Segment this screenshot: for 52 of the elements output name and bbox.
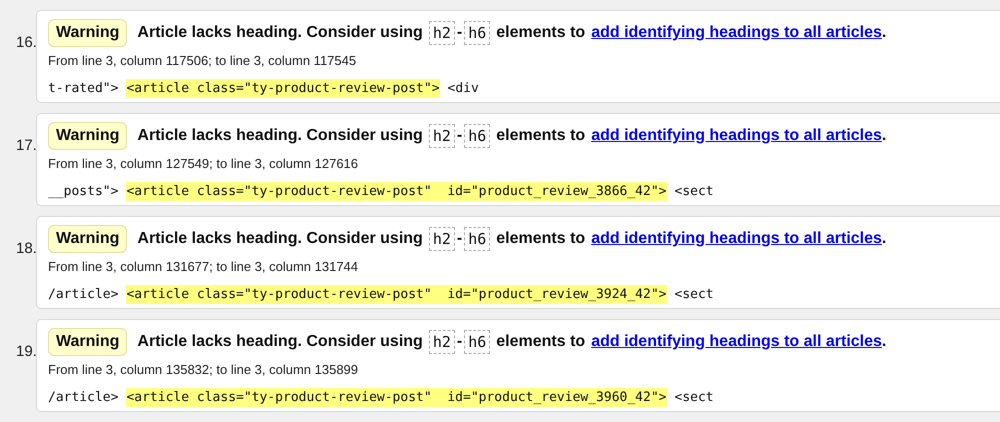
location-text: From line 3, column 127549; to line 3, column 127616 [48,155,358,173]
message-text: Article lacks heading. Consider using [137,229,423,249]
message-period: . [882,23,886,43]
element-code: h6 [464,330,490,354]
extract-context: <sect [674,182,714,200]
element-code: h6 [464,21,490,45]
element-code: h2 [428,227,455,251]
element-code: h2 [428,124,455,148]
message-type-badge: Warning [48,225,128,253]
message-number: 17. [15,136,36,156]
element-code: h2 [428,21,455,45]
message-type-badge: Warning [48,328,128,356]
message-text: elements to [496,23,586,43]
extract-context: /article> [48,388,118,406]
extract-context: <sect [674,388,714,406]
message-period: . [882,332,886,352]
message-number: 18. [15,239,36,259]
message-number: 19. [15,342,36,362]
extract-highlight: <article class="ty-product-review-post"> [126,78,440,98]
help-link[interactable]: add identifying headings to all articles [591,227,882,251]
extract-highlight: <article class="ty-product-review-post" id="product_review_3866_42"> [126,182,666,201]
range-dash: - [456,23,462,43]
extract-context: <div [448,80,479,98]
location-text: From line 3, column 117506; to line 3, column 117545 [48,52,356,70]
range-dash: - [456,332,462,352]
extract-highlight: <article class="ty-product-review-post" id="product_review_3924_42"> [126,284,666,304]
extract-context: /article> [48,286,118,304]
extract-context: __posts"> [48,182,118,200]
element-code: h6 [464,124,490,148]
extract-context: <sect [674,286,714,304]
message-text: elements to [496,229,586,249]
message-text: Article lacks heading. Consider using [137,126,423,146]
message-text: elements to [496,332,586,352]
help-link[interactable]: add identifying headings to all articles [591,330,882,354]
message-number: 16. [15,33,36,53]
element-code: h6 [464,227,490,251]
message-type-badge: Warning [48,122,128,150]
help-link[interactable]: add identifying headings to all articles [591,21,882,45]
range-dash: - [456,229,462,249]
location-text: From line 3, column 135832; to line 3, column 135899 [48,361,358,379]
message-text: Article lacks heading. Consider using [137,332,423,352]
message-type-badge: Warning [48,19,128,47]
extract-context: t-rated"> [48,80,118,98]
message-text: Article lacks heading. Consider using [137,23,423,43]
help-link[interactable]: add identifying headings to all articles [591,124,882,148]
message-period: . [882,229,886,249]
range-dash: - [456,126,462,146]
message-period: . [882,126,886,146]
location-text: From line 3, column 131677; to line 3, column 131744 [48,258,358,276]
message-text: elements to [496,126,586,146]
element-code: h2 [428,330,455,354]
extract-highlight: <article class="ty-product-review-post" id="product_review_3960_42"> [126,388,666,407]
